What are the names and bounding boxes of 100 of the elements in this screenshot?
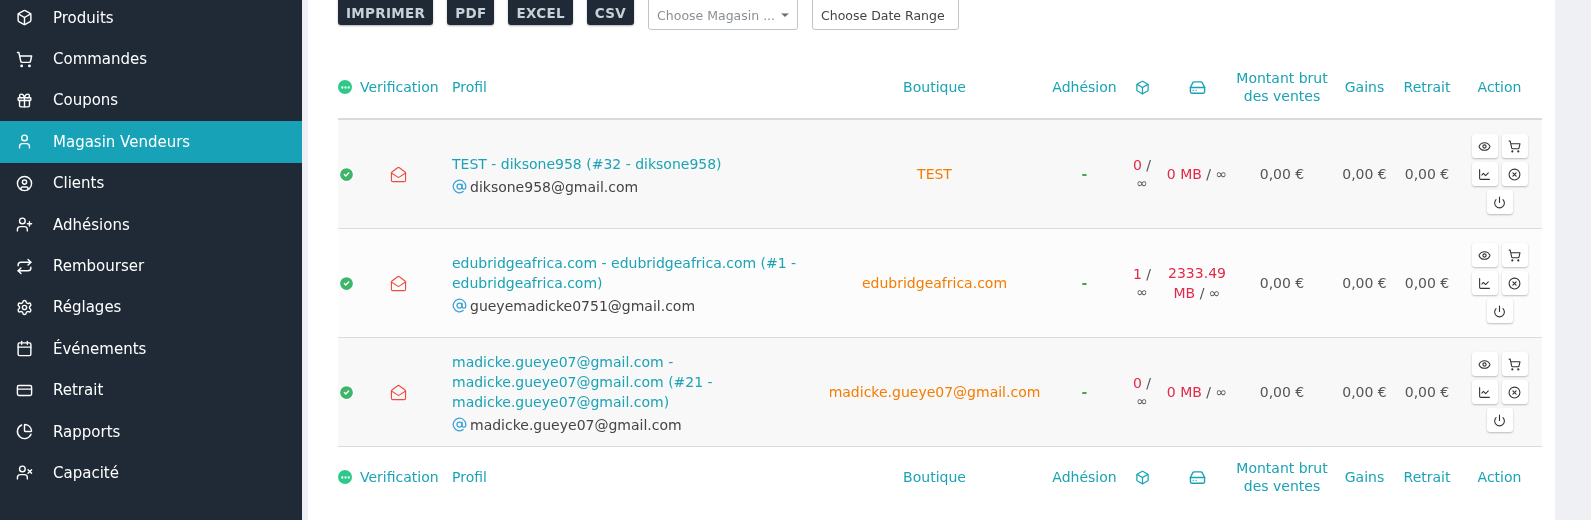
withdrawal: 0,00 €	[1404, 384, 1450, 400]
column-header: Action	[1476, 467, 1523, 487]
product-usage: 0 / ∞	[1131, 156, 1153, 192]
column-header: Adhésion	[1051, 77, 1118, 97]
sidebar-item[interactable]: Capacité	[0, 452, 302, 494]
more-icon	[338, 470, 352, 484]
sidebar-item[interactable]: Commandes	[0, 38, 302, 80]
column-header: Verification	[360, 467, 440, 487]
sidebar-item[interactable]: Produits	[0, 0, 302, 39]
export-button[interactable]: CSV	[586, 0, 635, 25]
eye-icon	[1478, 357, 1491, 371]
power-button[interactable]	[1486, 408, 1513, 432]
email-text: diksone958@gmail.com	[470, 178, 639, 195]
column-header: Profil	[452, 77, 488, 97]
store-name: madicke.gueye07@gmail.com	[828, 384, 1041, 400]
column-header: Profil	[452, 467, 488, 487]
withdrawal: 0,00 €	[1404, 166, 1450, 182]
cart-icon	[1508, 248, 1521, 262]
email-text: madicke.gueye07@gmail.com	[470, 416, 682, 433]
view-button[interactable]	[1471, 243, 1498, 267]
chart-icon	[1478, 167, 1491, 181]
settings-icon	[16, 298, 33, 316]
cart-button[interactable]	[1501, 243, 1528, 267]
storage-usage: 2333.49 MB / ∞	[1167, 264, 1227, 303]
storage-usage: 0 MB / ∞	[1166, 383, 1228, 402]
export-button[interactable]: EXCEL	[508, 0, 573, 25]
column-header: Boutique	[902, 77, 967, 97]
column-header: Adhésion	[1051, 467, 1118, 487]
power-button[interactable]	[1486, 299, 1513, 323]
view-button[interactable]	[1471, 134, 1498, 158]
product-usage: 0 / ∞	[1131, 374, 1153, 410]
sidebar-item[interactable]: Clients	[0, 162, 302, 204]
box-icon	[1134, 469, 1150, 485]
storage-usage: 0 MB / ∞	[1166, 165, 1228, 184]
close-icon	[1508, 276, 1521, 290]
at-icon	[452, 298, 467, 313]
export-button[interactable]: IMPRIMER	[338, 0, 434, 25]
repeat-icon	[16, 257, 33, 275]
column-header: Gains	[1343, 77, 1386, 97]
column-header: Retrait	[1402, 77, 1452, 97]
sidebar-item[interactable]: Réglages	[0, 286, 302, 329]
export-button[interactable]: PDF	[447, 0, 495, 25]
close-button[interactable]	[1501, 380, 1528, 404]
chart-button[interactable]	[1471, 380, 1498, 404]
user-x-icon	[16, 464, 33, 482]
sidebar-item[interactable]: Coupons	[0, 79, 302, 122]
close-icon	[1508, 167, 1521, 181]
close-icon	[1508, 385, 1521, 399]
earnings: 0,00 €	[1342, 275, 1387, 291]
power-button[interactable]	[1486, 190, 1513, 214]
close-button[interactable]	[1501, 162, 1528, 186]
column-header: Boutique	[902, 467, 967, 487]
earnings: 0,00 €	[1342, 384, 1387, 400]
power-icon	[1493, 304, 1506, 318]
drive-icon	[1188, 468, 1206, 486]
cart-button[interactable]	[1501, 134, 1528, 158]
column-header: Verification	[360, 77, 440, 97]
box-icon	[16, 9, 33, 27]
sidebar-item[interactable]: Retrait	[0, 369, 302, 411]
gift-icon	[16, 91, 33, 109]
chart-button[interactable]	[1471, 271, 1498, 295]
pie-chart-icon	[16, 423, 33, 441]
column-header: Retrait	[1402, 467, 1452, 487]
cart-icon	[1508, 357, 1521, 371]
column-header: Montant brut des ventes	[1235, 68, 1329, 106]
cart-button[interactable]	[1501, 352, 1528, 376]
chart-icon	[1478, 276, 1491, 290]
earnings: 0,00 €	[1342, 166, 1387, 182]
sidebar-item[interactable]: Adhésions	[0, 203, 302, 246]
sidebar-item[interactable]: Événements	[0, 328, 302, 370]
eye-icon	[1478, 248, 1491, 262]
cart-icon	[1508, 139, 1521, 153]
membership-value: -	[1081, 275, 1088, 291]
withdrawal: 0,00 €	[1404, 275, 1450, 291]
power-icon	[1493, 195, 1506, 209]
membership-value: -	[1081, 166, 1088, 182]
more-icon	[338, 80, 352, 94]
drive-icon	[1188, 78, 1206, 96]
at-icon	[452, 179, 467, 194]
chart-icon	[1478, 385, 1491, 399]
close-button[interactable]	[1501, 271, 1528, 295]
sidebar-item[interactable]: Rapports	[0, 410, 302, 453]
email-text: gueyemadicke0751@gmail.com	[470, 297, 696, 314]
column-header: Action	[1476, 77, 1523, 97]
calendar-icon	[16, 340, 33, 358]
user-plus-icon	[16, 216, 33, 234]
power-icon	[1493, 413, 1506, 427]
view-button[interactable]	[1471, 352, 1498, 376]
user-icon	[16, 133, 33, 151]
store-name: edubridgeafrica.com	[861, 275, 1008, 291]
date-range-field[interactable]: Choose Date Range	[812, 0, 960, 30]
gross-sales: 0,00 €	[1259, 384, 1305, 400]
gross-sales: 0,00 €	[1259, 166, 1305, 182]
cart-icon	[16, 50, 33, 68]
box-icon	[1134, 79, 1150, 95]
sidebar-item[interactable]: Rembourser	[0, 245, 302, 287]
store-name: TEST	[917, 166, 952, 182]
eye-icon	[1478, 139, 1491, 153]
chart-button[interactable]	[1471, 162, 1498, 186]
product-usage: 1 / ∞	[1131, 265, 1153, 301]
